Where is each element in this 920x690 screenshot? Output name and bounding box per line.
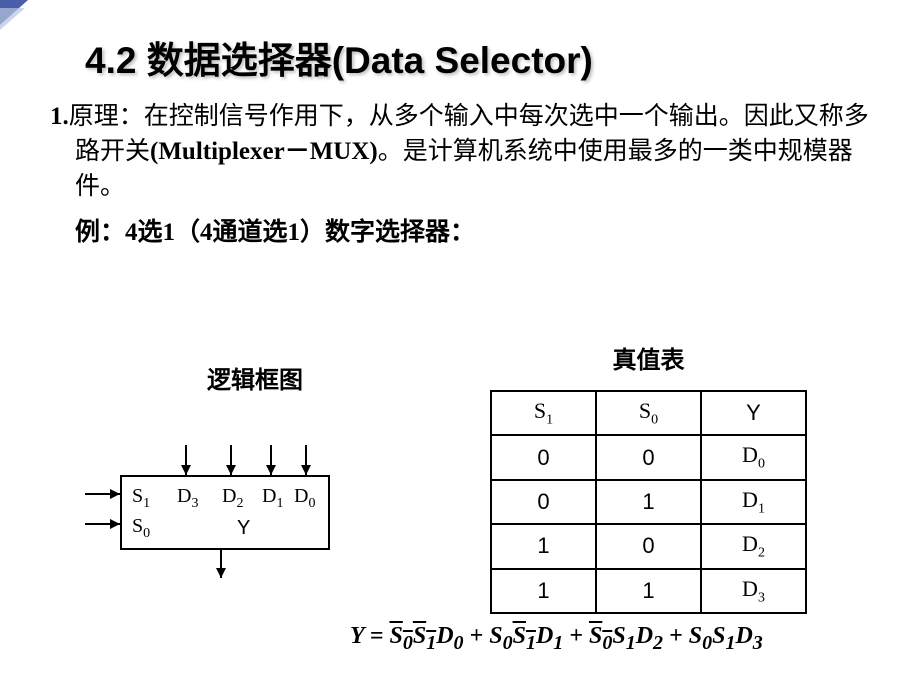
header-s1: S1 [491,391,596,435]
example-text: 例：4选1（4通道选1）数字选择器： [75,212,885,248]
input-arrow-d0 [305,445,307,475]
principle-text: 1.原理：在控制信号作用下，从多个输入中每次选中一个输出。因此又称多路开关(Mu… [75,99,885,204]
truth-table: S1 S0 Y 0 0 D0 0 1 D1 1 0 D2 1 1 D3 [490,390,807,614]
mux-label-d2: D2 [222,485,243,512]
truth-table-title: 真值表 [490,340,807,375]
principle-number: 1. [50,103,69,130]
content-area: 4.2 数据选择器(Data Selector) 1.原理：在控制信号作用下，从… [0,0,920,268]
mux-box: S1 S0 D3 D2 D1 D0 Y [120,475,330,550]
header-s0: S0 [596,391,701,435]
mux-block-diagram: S1 S0 D3 D2 D1 D0 Y [90,445,340,585]
mux-label-y: Y [237,517,250,540]
input-arrow-d1 [270,445,272,475]
output-arrow-y [220,550,222,578]
diagram-title: 逻辑框图 [110,360,400,395]
input-arrow-s0 [85,523,120,525]
mux-label-d3: D3 [177,485,198,512]
mux-label-s0: S0 [132,515,150,542]
page-title: 4.2 数据选择器(Data Selector) [85,30,885,84]
mux-label-d1: D1 [262,485,283,512]
input-arrow-d3 [185,445,187,475]
truth-table-section: 真值表 S1 S0 Y 0 0 D0 0 1 D1 1 0 D2 1 1 D3 [490,340,807,614]
input-arrow-d2 [230,445,232,475]
input-arrow-s1 [85,493,120,495]
output-equation: Y = S0S1D0 + S0S1D1 + S0S1D2 + S0S1D3 [350,623,763,655]
logic-diagram-section: 逻辑框图 S1 S0 D3 D2 D1 D0 Y [80,360,400,585]
table-row: 1 1 D3 [491,569,806,613]
mux-label-d0: D0 [294,485,315,512]
table-header-row: S1 S0 Y [491,391,806,435]
mux-label-s1: S1 [132,485,150,512]
table-row: 0 1 D1 [491,480,806,524]
corner-decoration [0,0,35,30]
table-row: 0 0 D0 [491,435,806,479]
header-y: Y [701,391,806,435]
principle-mux: (Multiplexer－MUX) [150,138,378,165]
table-row: 1 0 D2 [491,524,806,568]
